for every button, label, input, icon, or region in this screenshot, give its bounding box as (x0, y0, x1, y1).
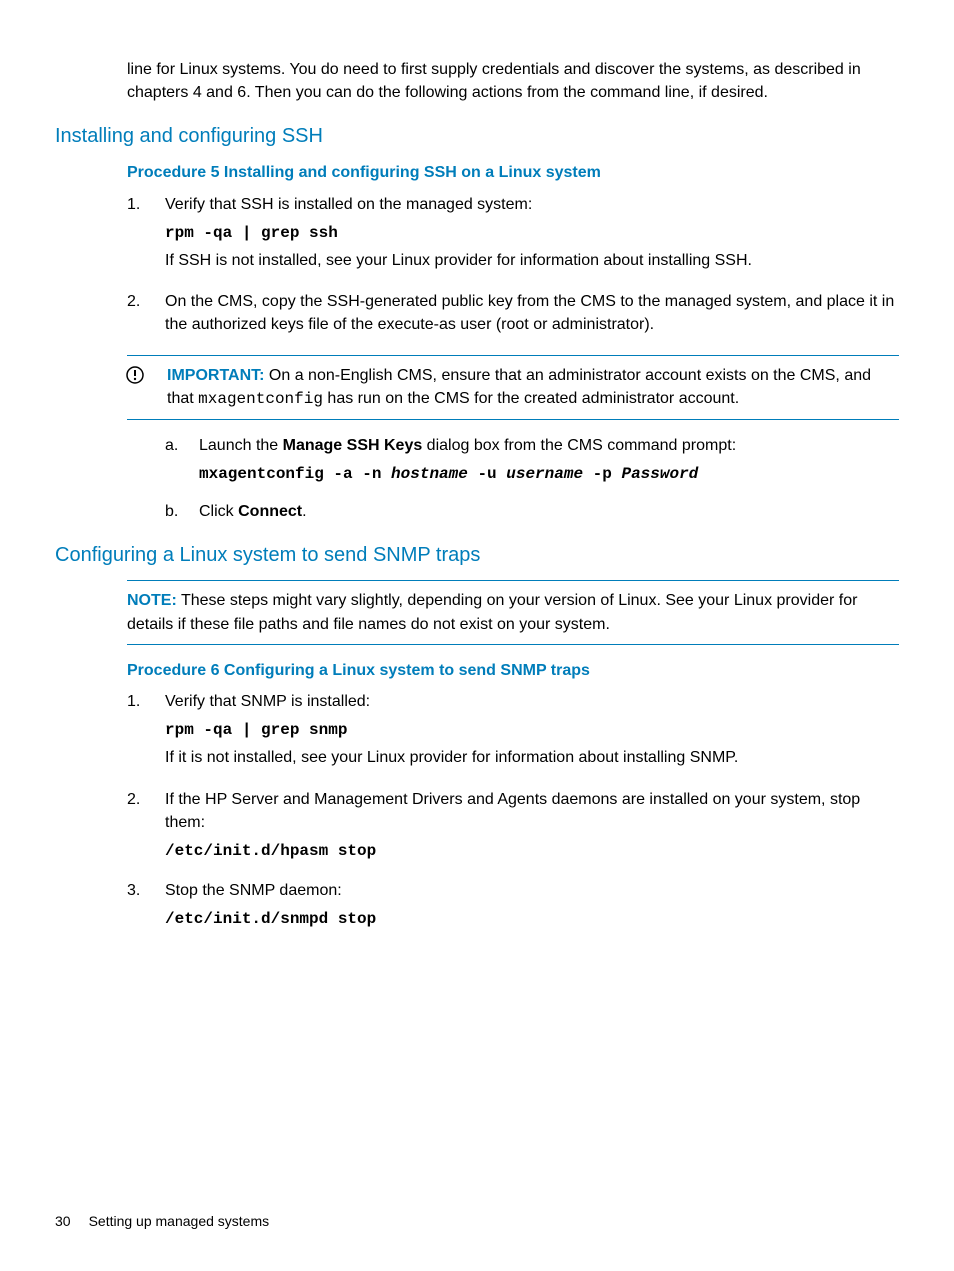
step-number: 1. (127, 193, 165, 279)
note-label: NOTE: (127, 592, 177, 609)
code-block: rpm -qa | grep snmp (165, 719, 899, 742)
step-text: Verify that SSH is installed on the mana… (165, 193, 899, 216)
step-text: On the CMS, copy the SSH-generated publi… (165, 290, 899, 336)
step-content: On the CMS, copy the SSH-generated publi… (165, 290, 899, 342)
heading-snmp: Configuring a Linux system to send SNMP … (55, 541, 899, 570)
page-footer: 30 Setting up managed systems (55, 1211, 269, 1231)
step-1: 1. Verify that SNMP is installed: rpm -q… (127, 690, 899, 776)
sub-step-number: a. (165, 434, 199, 490)
step-3: 3. Stop the SNMP daemon: /etc/init.d/snm… (127, 879, 899, 935)
sub-step-b: b. Click Connect. (165, 500, 899, 523)
intro-paragraph: line for Linux systems. You do need to f… (127, 58, 899, 104)
step-number: 2. (127, 290, 165, 342)
procedure-6-steps: 1. Verify that SNMP is installed: rpm -q… (127, 690, 899, 936)
step-2: 2. If the HP Server and Management Drive… (127, 788, 899, 868)
step-content: If the HP Server and Management Drivers … (165, 788, 899, 868)
code-block: /etc/init.d/hpasm stop (165, 840, 899, 863)
code-part: -p (583, 465, 621, 483)
step-1: 1. Verify that SSH is installed on the m… (127, 193, 899, 279)
step-number: 1. (127, 690, 165, 776)
procedure-6-title: Procedure 6 Configuring a Linux system t… (127, 659, 899, 682)
note-callout: NOTE: These steps might vary slightly, d… (127, 580, 899, 644)
sub-step-content: Launch the Manage SSH Keys dialog box fr… (199, 434, 899, 490)
step-content: Verify that SSH is installed on the mana… (165, 193, 899, 279)
code-block: mxagentconfig -a -n hostname -u username… (199, 463, 899, 486)
heading-ssh: Installing and configuring SSH (55, 122, 899, 151)
code-block: rpm -qa | grep ssh (165, 222, 899, 245)
important-icon (126, 366, 144, 384)
sub-step-text: Launch the Manage SSH Keys dialog box fr… (199, 434, 899, 457)
important-callout: IMPORTANT: On a non-English CMS, ensure … (127, 355, 899, 420)
bold-text: Connect (238, 503, 302, 520)
bold-text: Manage SSH Keys (283, 437, 423, 454)
page-number: 30 (55, 1213, 71, 1229)
step-2: 2. On the CMS, copy the SSH-generated pu… (127, 290, 899, 342)
text-after: dialog box from the CMS command prompt: (422, 437, 736, 454)
sub-steps: a. Launch the Manage SSH Keys dialog box… (165, 434, 899, 524)
step-content: Stop the SNMP daemon: /etc/init.d/snmpd … (165, 879, 899, 935)
important-label: IMPORTANT: (167, 367, 264, 384)
text-before: Launch the (199, 437, 283, 454)
procedure-5-steps: 1. Verify that SSH is installed on the m… (127, 193, 899, 343)
step-number: 3. (127, 879, 165, 935)
step-after: If it is not installed, see your Linux p… (165, 746, 899, 769)
footer-title: Setting up managed systems (89, 1213, 270, 1229)
step-text: Verify that SNMP is installed: (165, 690, 899, 713)
section-ssh: Installing and configuring SSH Procedure… (55, 122, 899, 523)
code-part: -u (468, 465, 506, 483)
code-block: /etc/init.d/snmpd stop (165, 908, 899, 931)
important-text-2: has run on the CMS for the created admin… (323, 390, 739, 407)
procedure-5-title: Procedure 5 Installing and configuring S… (127, 161, 899, 184)
inline-code: mxagentconfig (198, 390, 323, 408)
code-italic: Password (621, 465, 698, 483)
step-content: Verify that SNMP is installed: rpm -qa |… (165, 690, 899, 776)
section-snmp: Configuring a Linux system to send SNMP … (55, 541, 899, 935)
step-after: If SSH is not installed, see your Linux … (165, 249, 899, 272)
code-italic: hostname (391, 465, 468, 483)
code-italic: username (506, 465, 583, 483)
step-number: 2. (127, 788, 165, 868)
sub-step-content: Click Connect. (199, 500, 899, 523)
step-text: Stop the SNMP daemon: (165, 879, 899, 902)
note-body: These steps might vary slightly, dependi… (127, 592, 857, 632)
text-after: . (302, 503, 306, 520)
code-part: mxagentconfig -a -n (199, 465, 391, 483)
text-before: Click (199, 503, 238, 520)
sub-step-a: a. Launch the Manage SSH Keys dialog box… (165, 434, 899, 490)
sub-step-number: b. (165, 500, 199, 523)
step-text: If the HP Server and Management Drivers … (165, 788, 899, 834)
